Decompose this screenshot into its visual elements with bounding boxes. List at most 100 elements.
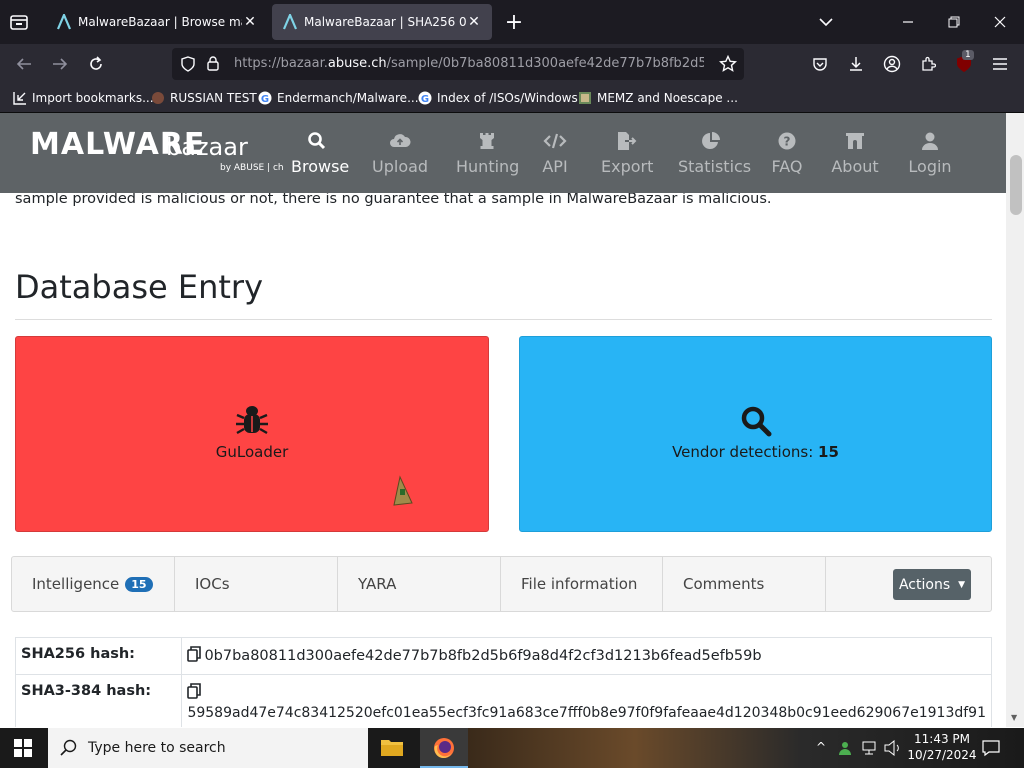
tab-intelligence[interactable]: Intelligence 15: [12, 557, 175, 611]
google-icon: G: [417, 90, 433, 106]
file-explorer-icon[interactable]: [380, 736, 408, 760]
bookmark-russian-test[interactable]: RUSSIAN TEST: [150, 90, 257, 106]
list-all-tabs-icon[interactable]: [816, 12, 836, 32]
nav-faq[interactable]: ? FAQ: [770, 131, 804, 176]
cloud-upload-icon: [372, 131, 428, 153]
close-tab-icon[interactable]: ✕: [242, 14, 258, 30]
reload-icon[interactable]: [86, 54, 106, 74]
taskbar-clock[interactable]: 11:43 PM 10/27/2024: [906, 732, 978, 762]
nav-api[interactable]: API: [538, 131, 572, 176]
scroll-down-arrow-icon[interactable]: ▼: [1011, 713, 1017, 722]
people-icon[interactable]: [838, 739, 856, 761]
malware-family-card[interactable]: GuLoader: [15, 336, 489, 532]
nav-statistics[interactable]: Statistics: [678, 131, 751, 176]
nav-hunting[interactable]: Hunting: [456, 131, 519, 176]
caret-down-icon: ▼: [958, 579, 966, 590]
copy-icon[interactable]: [187, 646, 202, 666]
mouse-cursor-icon: [390, 475, 416, 511]
bookmark-endermanch[interactable]: G Endermanch/Malware...: [257, 90, 419, 106]
nav-login[interactable]: Login: [908, 131, 952, 176]
hamburger-menu-icon[interactable]: [990, 54, 1010, 74]
copy-icon[interactable]: [187, 683, 202, 703]
back-arrow-icon[interactable]: [14, 54, 34, 74]
close-tab-icon[interactable]: ✕: [466, 14, 482, 30]
url-prefix: https://bazaar.: [234, 56, 328, 71]
sha256-value-cell: 0b7ba80811d300aefe42de77b7b8fb2d5b6f9a8d…: [181, 637, 992, 675]
archway-icon: [831, 131, 879, 153]
page-scrollbar[interactable]: ▼: [1006, 113, 1024, 727]
scrollbar-thumb[interactable]: [1010, 155, 1022, 215]
bookmarks-toolbar: Import bookmarks... RUSSIAN TEST G Ender…: [0, 84, 1024, 113]
vendor-detections-card[interactable]: Vendor detections: 15: [519, 336, 992, 532]
bookmark-favicon-icon: [150, 90, 166, 106]
actions-label: Actions: [898, 576, 951, 593]
firefox-taskbar-button[interactable]: [420, 728, 468, 768]
nav-browse[interactable]: Browse: [291, 131, 349, 176]
taskbar-search-placeholder: Type here to search: [88, 740, 226, 756]
firefox-view-icon[interactable]: [8, 12, 30, 32]
tab-label: IOCs: [195, 575, 230, 593]
tab-file-information[interactable]: File information: [501, 557, 663, 611]
nav-label: Login: [908, 157, 952, 176]
sha3-384-value-cell: 59589ad47e74c83412520efc01ea55ecf3fc91a6…: [181, 674, 992, 727]
windows-taskbar: Type here to search ^ 11:43 PM 10/27/202…: [0, 728, 1024, 768]
nav-upload[interactable]: Upload: [372, 131, 428, 176]
notification-center-icon[interactable]: [982, 739, 1000, 761]
tab-browse-malware[interactable]: MalwareBazaar | Browse malware ✕: [46, 4, 268, 40]
restore-icon[interactable]: [944, 12, 964, 32]
tracking-protection-shield-icon[interactable]: [180, 56, 196, 76]
nav-label: Upload: [372, 157, 429, 176]
bookmark-memz[interactable]: MEMZ and Noescape ...: [577, 90, 738, 106]
network-icon[interactable]: [862, 740, 880, 760]
actions-dropdown-button[interactable]: Actions ▼: [893, 569, 971, 600]
nav-label: About: [831, 157, 879, 176]
lock-icon[interactable]: [206, 55, 220, 75]
downloads-icon[interactable]: [846, 54, 866, 74]
sha256-hash[interactable]: 0b7ba80811d300aefe42de77b7b8fb2d5b6f9a8d…: [204, 648, 761, 664]
volume-icon[interactable]: [884, 739, 902, 760]
bookmark-import[interactable]: Import bookmarks...: [12, 90, 154, 106]
close-window-icon[interactable]: [990, 12, 1010, 32]
nav-about[interactable]: About: [831, 131, 879, 176]
site-header: MALWARE bazaar by ABUSE | ch Browse Uplo…: [0, 113, 1006, 193]
ublock-origin-icon[interactable]: 1: [954, 50, 974, 74]
tab-yara[interactable]: YARA: [338, 557, 501, 611]
url-text[interactable]: https://bazaar.abuse.ch/sample/0b7ba8081…: [234, 56, 704, 71]
code-icon: [538, 131, 572, 153]
question-circle-icon: ?: [770, 131, 804, 153]
minimize-icon[interactable]: [898, 12, 918, 32]
nav-export[interactable]: Export: [601, 131, 653, 176]
browser-tab-strip: MalwareBazaar | Browse malware ✕ Malware…: [0, 0, 1024, 44]
pocket-icon[interactable]: [810, 54, 830, 74]
search-icon: [740, 405, 772, 441]
tab-sha256-sample[interactable]: MalwareBazaar | SHA256 0b7ba80811d300aef…: [272, 4, 492, 40]
extensions-puzzle-icon[interactable]: [918, 54, 938, 74]
url-domain: abuse.ch: [327, 56, 387, 71]
forward-arrow-icon[interactable]: [50, 54, 70, 74]
sample-tabs-bar: Intelligence 15 IOCs YARA File informatio…: [11, 556, 992, 612]
bookmark-star-icon[interactable]: [718, 54, 738, 77]
site-logo-subtitle[interactable]: bazaar: [166, 133, 248, 161]
show-hidden-icons-chevron-icon[interactable]: ^: [816, 740, 826, 754]
bookmark-isos-windows[interactable]: G Index of /ISOs/Windows: [417, 90, 578, 106]
vendor-detections-label: Vendor detections:: [672, 443, 814, 461]
intelligence-count-badge: 15: [125, 576, 153, 592]
address-bar[interactable]: https://bazaar.abuse.ch/sample/0b7ba8081…: [172, 48, 744, 80]
clock-date: 10/27/2024: [907, 748, 977, 762]
extension-badge: 1: [962, 50, 974, 60]
tab-comments[interactable]: Comments: [663, 557, 826, 611]
bookmark-label: RUSSIAN TEST: [170, 91, 257, 105]
taskbar-search-box[interactable]: Type here to search: [48, 728, 368, 768]
svg-text:?: ?: [784, 135, 791, 149]
account-icon[interactable]: [882, 54, 902, 74]
svg-text:G: G: [261, 94, 269, 105]
clock-time: 11:43 PM: [914, 732, 970, 746]
page-title: Database Entry: [15, 268, 263, 306]
tab-iocs[interactable]: IOCs: [175, 557, 338, 611]
windows-start-icon[interactable]: [14, 739, 32, 761]
sha3-384-hash[interactable]: 59589ad47e74c83412520efc01ea55ecf3fc91a6…: [187, 705, 986, 721]
bookmark-label: Index of /ISOs/Windows: [437, 91, 578, 105]
pie-chart-icon: [678, 131, 744, 153]
new-tab-icon[interactable]: +: [504, 10, 524, 35]
vendor-detections-text: Vendor detections: 15: [520, 443, 991, 461]
